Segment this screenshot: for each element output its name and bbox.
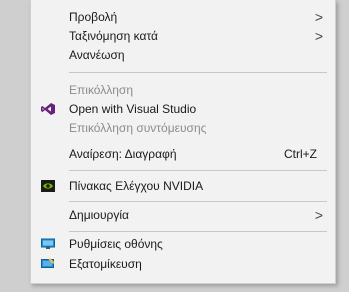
visual-studio-icon bbox=[41, 103, 55, 115]
menu-separator bbox=[69, 201, 327, 202]
menu-separator bbox=[69, 72, 327, 73]
submenu-arrow-icon: > bbox=[314, 207, 323, 223]
menu-item-label: Δημιουργία bbox=[69, 208, 129, 222]
display-settings-icon bbox=[41, 238, 55, 249]
menu-item-new[interactable]: Δημιουργία > bbox=[31, 204, 335, 226]
menu-item-refresh[interactable]: Ανανέωση bbox=[31, 44, 335, 66]
menu-item-nvidia-control-panel[interactable]: Πίνακας Ελέγχου NVIDIA bbox=[31, 175, 335, 197]
menu-item-undo-delete[interactable]: Αναίρεση: Διαγραφή Ctrl+Z bbox=[31, 143, 335, 165]
menu-item-label: Επικόλληση συντόμευσης bbox=[69, 121, 207, 135]
nvidia-icon bbox=[41, 180, 55, 192]
personalize-icon bbox=[41, 258, 55, 268]
menu-item-label: Εξατομίκευση bbox=[69, 257, 142, 271]
menu-item-shortcut: Ctrl+Z bbox=[284, 147, 317, 161]
menu-item-display-settings[interactable]: Ρυθμίσεις οθόνης bbox=[31, 233, 335, 255]
desktop-context-menu: Προβολή > Ταξινόμηση κατά > Ανανέωση Επι… bbox=[30, 0, 336, 284]
menu-separator bbox=[69, 231, 327, 232]
menu-item-label: Αναίρεση: Διαγραφή bbox=[69, 147, 177, 161]
menu-item-label: Ρυθμίσεις οθόνης bbox=[69, 237, 163, 251]
desktop-background: Προβολή > Ταξινόμηση κατά > Ανανέωση Επι… bbox=[0, 0, 349, 292]
menu-item-paste-shortcut[interactable]: Επικόλληση συντόμευσης bbox=[31, 117, 335, 139]
menu-item-personalize[interactable]: Εξατομίκευση bbox=[31, 253, 335, 275]
menu-separator bbox=[69, 170, 327, 171]
menu-item-label: Πίνακας Ελέγχου NVIDIA bbox=[69, 179, 204, 193]
menu-item-label: Ανανέωση bbox=[69, 48, 125, 62]
